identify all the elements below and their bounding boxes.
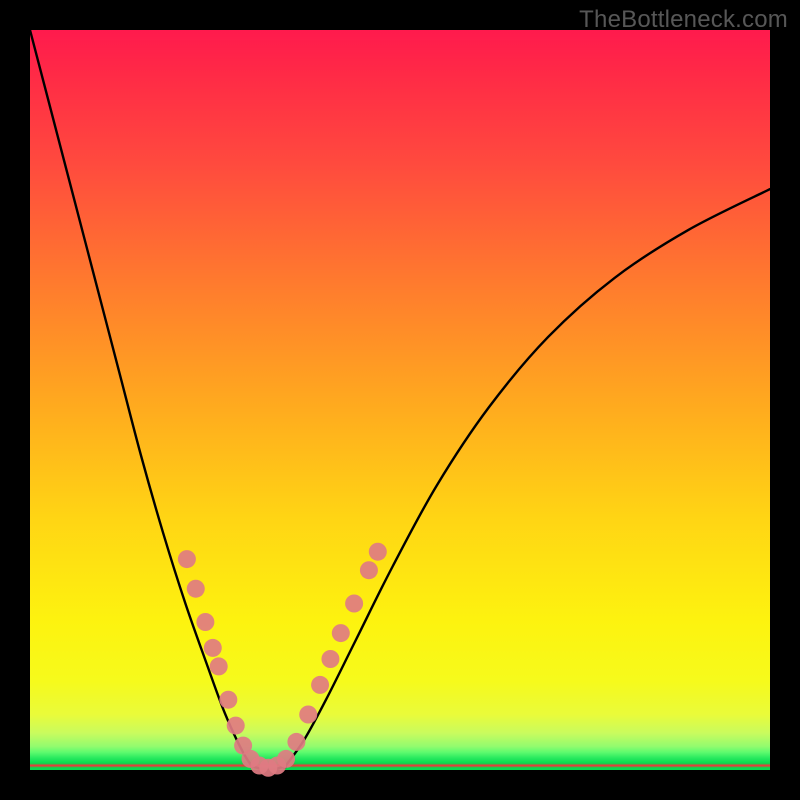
sample-point — [321, 650, 339, 668]
sample-point — [204, 639, 222, 657]
sample-markers — [178, 543, 387, 777]
sample-point — [196, 613, 214, 631]
sample-point — [187, 580, 205, 598]
sample-point — [178, 550, 196, 568]
sample-point — [299, 706, 317, 724]
sample-point — [311, 676, 329, 694]
bottleneck-curve — [30, 30, 770, 770]
sample-point — [360, 561, 378, 579]
sample-point — [369, 543, 387, 561]
sample-point — [332, 624, 350, 642]
sample-point — [227, 717, 245, 735]
sample-point — [277, 750, 295, 768]
sample-point — [210, 657, 228, 675]
sample-point — [287, 733, 305, 751]
sample-point — [345, 595, 363, 613]
plot-area — [30, 30, 770, 770]
sample-point — [219, 691, 237, 709]
frame: TheBottleneck.com — [0, 0, 800, 800]
chart-svg — [30, 30, 770, 770]
